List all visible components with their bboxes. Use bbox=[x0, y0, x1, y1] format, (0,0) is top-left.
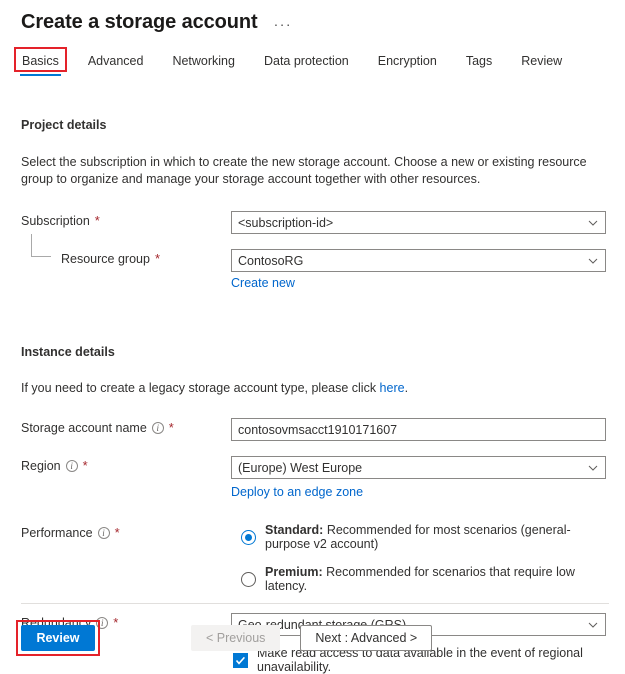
resource-group-label: Resource group bbox=[61, 252, 150, 266]
storage-account-name-control bbox=[231, 418, 606, 441]
resource-group-label-group: Resource group * bbox=[21, 234, 231, 266]
tab-review[interactable]: Review bbox=[520, 52, 563, 76]
performance-required-asterisk: * bbox=[114, 525, 120, 540]
tab-networking[interactable]: Networking bbox=[171, 52, 236, 76]
performance-option-standard[interactable]: Standard: Recommended for most scenarios… bbox=[241, 523, 604, 551]
tree-connector-line bbox=[31, 234, 51, 257]
project-details-heading: Project details bbox=[21, 118, 107, 132]
radio-standard[interactable] bbox=[241, 529, 256, 545]
storage-account-name-label-group: Storage account name i * bbox=[21, 418, 231, 435]
subscription-label: Subscription bbox=[21, 214, 90, 228]
resource-group-row: Resource group * Create new bbox=[21, 234, 606, 292]
instance-details-heading: Instance details bbox=[21, 345, 115, 359]
performance-standard-name: Standard: bbox=[265, 523, 324, 537]
performance-row: Performance i * Standard: Recommended fo… bbox=[21, 523, 604, 593]
tab-data-protection-label: Data protection bbox=[263, 54, 349, 68]
page-title: Create a storage account bbox=[21, 11, 258, 33]
subscription-control bbox=[231, 211, 606, 234]
wizard-tabs: Basics Advanced Networking Data protecti… bbox=[0, 35, 625, 76]
region-row: Region i * Deploy to an edge zone bbox=[21, 456, 606, 501]
subscription-select[interactable] bbox=[231, 211, 606, 234]
resource-group-required-asterisk: * bbox=[154, 251, 161, 266]
tab-basics[interactable]: Basics bbox=[14, 47, 67, 76]
footer-divider bbox=[21, 603, 609, 604]
tab-basics-label: Basics bbox=[22, 54, 59, 68]
storage-account-name-required-asterisk: * bbox=[168, 420, 174, 435]
footer-actions: Review < Previous Next : Advanced > bbox=[0, 618, 625, 657]
resource-group-select-wrap bbox=[231, 249, 606, 272]
tab-encryption[interactable]: Encryption bbox=[377, 52, 438, 76]
subscription-select-wrap bbox=[231, 211, 606, 234]
region-label: Region bbox=[21, 459, 61, 473]
performance-options: Standard: Recommended for most scenarios… bbox=[231, 523, 604, 593]
performance-label: Performance bbox=[21, 526, 93, 540]
deploy-edge-zone-link[interactable]: Deploy to an edge zone bbox=[231, 485, 363, 499]
storage-account-name-label: Storage account name bbox=[21, 421, 147, 435]
tab-advanced[interactable]: Advanced bbox=[87, 52, 145, 76]
region-control: Deploy to an edge zone bbox=[231, 456, 606, 501]
region-select-wrap bbox=[231, 456, 606, 479]
project-details-description: Select the subscription in which to crea… bbox=[21, 155, 587, 186]
region-select[interactable] bbox=[231, 456, 606, 479]
legacy-note-text-before: If you need to create a legacy storage a… bbox=[21, 381, 380, 395]
info-icon[interactable]: i bbox=[65, 460, 78, 472]
subscription-row: Subscription * bbox=[21, 211, 606, 234]
form-body: Project details Select the subscription … bbox=[0, 118, 625, 674]
review-button-wrap: Review bbox=[16, 619, 100, 656]
resource-group-control: Create new bbox=[231, 249, 606, 292]
storage-account-name-input[interactable] bbox=[231, 418, 606, 441]
tab-encryption-label: Encryption bbox=[377, 54, 437, 68]
next-advanced-button[interactable]: Next : Advanced > bbox=[300, 624, 433, 651]
tab-tags-label: Tags bbox=[465, 54, 493, 68]
legacy-storage-here-link[interactable]: here bbox=[380, 381, 405, 395]
tab-networking-label: Networking bbox=[172, 54, 235, 68]
legacy-note-text-after: . bbox=[404, 381, 409, 395]
tab-advanced-label: Advanced bbox=[87, 54, 144, 68]
tab-review-label: Review bbox=[521, 54, 563, 68]
tab-data-protection[interactable]: Data protection bbox=[263, 52, 350, 76]
region-label-group: Region i * bbox=[21, 456, 231, 473]
more-options-icon[interactable]: ··· bbox=[272, 17, 295, 31]
region-required-asterisk: * bbox=[82, 458, 88, 473]
performance-premium-text: Premium: Recommended for scenarios that … bbox=[265, 565, 604, 593]
radio-premium[interactable] bbox=[241, 571, 256, 587]
performance-label-group: Performance i * bbox=[21, 523, 231, 540]
info-icon[interactable]: i bbox=[151, 422, 164, 434]
create-new-resource-group-link[interactable]: Create new bbox=[231, 276, 295, 290]
storage-account-name-row: Storage account name i * bbox=[21, 418, 606, 441]
resource-group-select[interactable] bbox=[231, 249, 606, 272]
subscription-label-group: Subscription * bbox=[21, 211, 231, 228]
subscription-required-asterisk: * bbox=[94, 213, 100, 228]
legacy-storage-note: If you need to create a legacy storage a… bbox=[21, 380, 601, 397]
previous-button: < Previous bbox=[191, 624, 281, 651]
page-header: Create a storage account ··· bbox=[0, 0, 625, 35]
review-button[interactable]: Review bbox=[21, 624, 95, 651]
info-icon[interactable]: i bbox=[97, 527, 110, 539]
tab-tags[interactable]: Tags bbox=[465, 52, 493, 76]
performance-premium-name: Premium: bbox=[265, 565, 323, 579]
performance-option-premium[interactable]: Premium: Recommended for scenarios that … bbox=[241, 565, 604, 593]
performance-standard-text: Standard: Recommended for most scenarios… bbox=[265, 523, 604, 551]
